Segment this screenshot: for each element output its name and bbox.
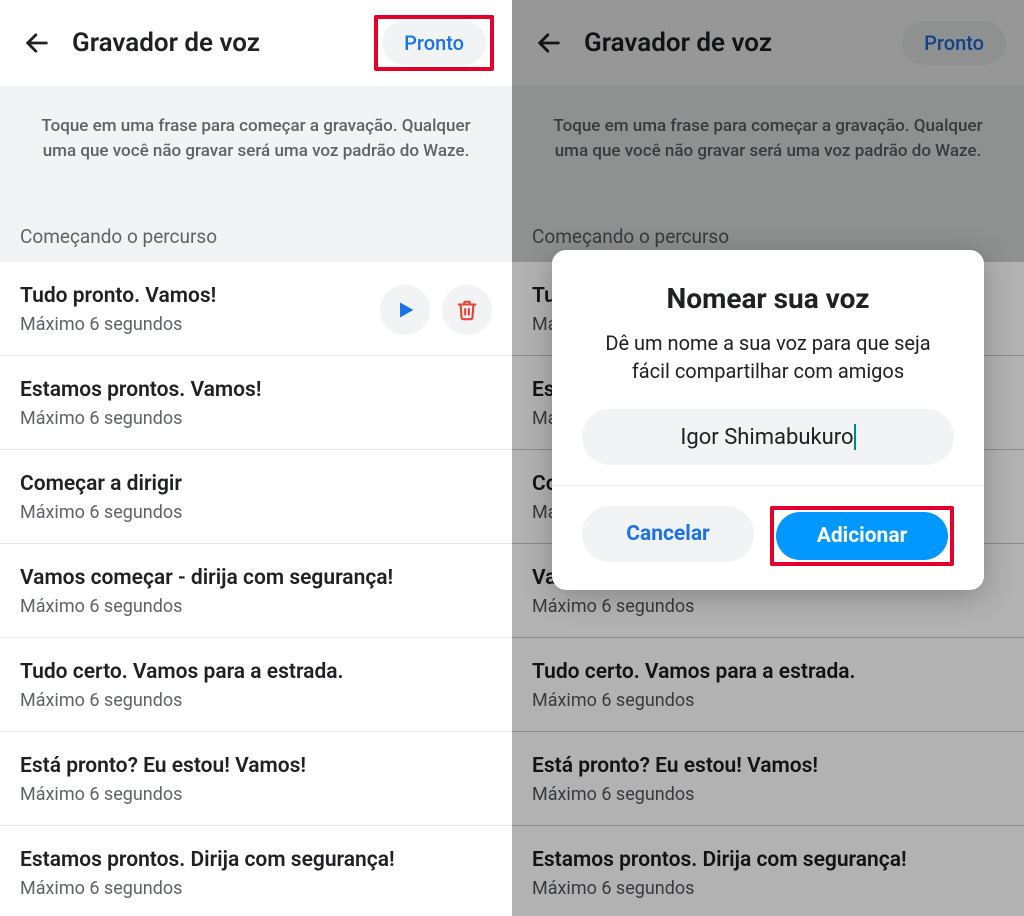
phrase-max: Máximo 6 segundos (20, 502, 492, 523)
phrase-row[interactable]: Começar a dirigir Máximo 6 segundos (0, 450, 512, 544)
phrase-title: Estamos prontos. Vamos! (20, 378, 492, 402)
play-icon (395, 300, 415, 320)
cancel-button[interactable]: Cancelar (582, 506, 754, 562)
voice-name-value: Igor Shimabukuro (680, 425, 853, 450)
phrase-max: Máximo 6 segundos (20, 878, 492, 899)
back-button[interactable] (18, 24, 56, 62)
phrase-list: Tudo pronto. Vamos!Máximo 6 segundosEsta… (0, 262, 512, 916)
phrase-title: Está pronto? Eu estou! Vamos! (20, 754, 492, 778)
name-voice-modal: Nomear sua voz Dê um nome a sua voz para… (552, 250, 984, 590)
modal-title: Nomear sua voz (552, 282, 984, 315)
phrase-text: Tudo pronto. Vamos! Máximo 6 segundos (20, 284, 368, 335)
left-screenshot: Gravador de voz Pronto Toque em uma fras… (0, 0, 512, 916)
phrase-row[interactable]: Tudo certo. Vamos para a estrada. Máximo … (0, 638, 512, 732)
phrase-text: Começar a dirigir Máximo 6 segundos (20, 472, 492, 523)
app-header: Gravador de voz Pronto (0, 0, 512, 86)
phrase-text: Estamos prontos. Vamos! Máximo 6 segundos (20, 378, 492, 429)
phrase-max: Máximo 6 segundos (20, 314, 368, 335)
phrase-max: Máximo 6 segundos (20, 784, 492, 805)
instruction-text: Toque em uma frase para começar a gravaç… (0, 86, 512, 225)
phrase-max: Máximo 6 segundos (20, 596, 492, 617)
phrase-title: Estamos prontos. Dirija com segurança! (20, 848, 492, 872)
phrase-text: Está pronto? Eu estou! Vamos! Máximo 6 se… (20, 754, 492, 805)
voice-name-input[interactable]: Igor Shimabukuro (582, 409, 954, 465)
modal-subtitle: Dê um nome a sua voz para que seja fácil… (552, 329, 984, 385)
phrase-text: Estamos prontos. Dirija com segurança! Má… (20, 848, 492, 899)
phrase-title: Começar a dirigir (20, 472, 492, 496)
phrase-title: Vamos começar - dirija com segurança! (20, 566, 492, 590)
phrase-row[interactable]: Estamos prontos. Vamos! Máximo 6 segundos (0, 356, 512, 450)
phrase-text: Tudo certo. Vamos para a estrada. Máximo … (20, 660, 492, 711)
phrase-row[interactable]: Estamos prontos. Dirija com segurança! Má… (0, 826, 512, 916)
modal-divider (552, 485, 984, 486)
add-button[interactable]: Adicionar (776, 512, 948, 560)
phrase-title: Tudo certo. Vamos para a estrada. (20, 660, 492, 684)
modal-actions: Cancelar Adicionar (552, 506, 984, 566)
section-header: Começando o percurso (0, 225, 512, 262)
page-title: Gravador de voz (72, 28, 374, 58)
phrase-row[interactable]: Está pronto? Eu estou! Vamos! Máximo 6 se… (0, 732, 512, 826)
trash-icon (456, 299, 478, 321)
arrow-left-icon (23, 29, 51, 57)
phrase-text: Vamos começar - dirija com segurança! Máx… (20, 566, 492, 617)
play-button[interactable] (380, 285, 430, 335)
phrase-row[interactable]: Tudo pronto. Vamos! Máximo 6 segundos (0, 262, 512, 356)
delete-button[interactable] (442, 285, 492, 335)
done-button[interactable]: Pronto (382, 21, 486, 65)
phrase-max: Máximo 6 segundos (20, 408, 492, 429)
modal-input-wrap: Igor Shimabukuro (552, 409, 984, 465)
right-screenshot: Gravador de voz Pronto Toque em uma fras… (512, 0, 1024, 916)
highlight-add: Adicionar (770, 506, 954, 566)
highlight-done: Pronto (374, 15, 494, 71)
text-caret-icon (854, 424, 856, 450)
phrase-row[interactable]: Vamos começar - dirija com segurança! Máx… (0, 544, 512, 638)
phrase-max: Máximo 6 segundos (20, 690, 492, 711)
phrase-title: Tudo pronto. Vamos! (20, 284, 368, 308)
